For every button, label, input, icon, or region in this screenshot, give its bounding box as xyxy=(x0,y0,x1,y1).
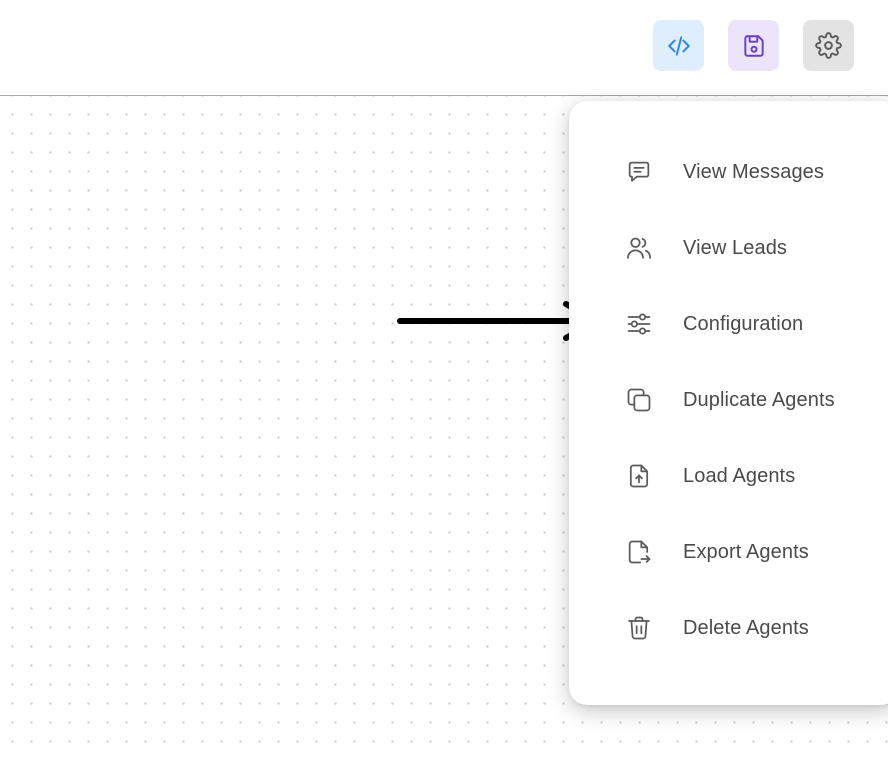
message-square-icon xyxy=(625,158,653,186)
menu-item-label: Load Agents xyxy=(683,464,796,487)
menu-item-label: Export Agents xyxy=(683,540,809,563)
menu-item-view-messages[interactable]: View Messages xyxy=(625,150,888,194)
save-button[interactable] xyxy=(728,20,779,71)
menu-item-label: Duplicate Agents xyxy=(683,388,835,411)
menu-item-label: Configuration xyxy=(683,312,804,335)
trash-icon xyxy=(625,614,653,642)
file-export-icon xyxy=(625,538,653,566)
code-icon xyxy=(667,35,690,56)
embed-code-button[interactable] xyxy=(653,20,704,71)
menu-item-duplicate-agents[interactable]: Duplicate Agents xyxy=(625,378,888,422)
menu-item-view-leads[interactable]: View Leads xyxy=(625,226,888,270)
copy-icon xyxy=(625,386,653,414)
menu-item-delete-agents[interactable]: Delete Agents xyxy=(625,606,888,650)
menu-item-label: Delete Agents xyxy=(683,616,809,639)
menu-item-configuration[interactable]: Configuration xyxy=(625,302,888,346)
menu-item-label: View Leads xyxy=(683,236,788,259)
floppy-disk-icon xyxy=(743,34,764,57)
gear-icon xyxy=(815,32,842,59)
settings-dropdown-menu: View Messages View Leads Configuration D… xyxy=(569,101,888,705)
menu-item-export-agents[interactable]: Export Agents xyxy=(625,530,888,574)
sliders-icon xyxy=(625,310,653,338)
settings-button[interactable] xyxy=(803,20,854,71)
menu-item-label: View Messages xyxy=(683,160,824,183)
menu-item-load-agents[interactable]: Load Agents xyxy=(625,454,888,498)
users-icon xyxy=(625,234,653,262)
file-upload-icon xyxy=(625,462,653,490)
top-toolbar xyxy=(0,0,888,96)
